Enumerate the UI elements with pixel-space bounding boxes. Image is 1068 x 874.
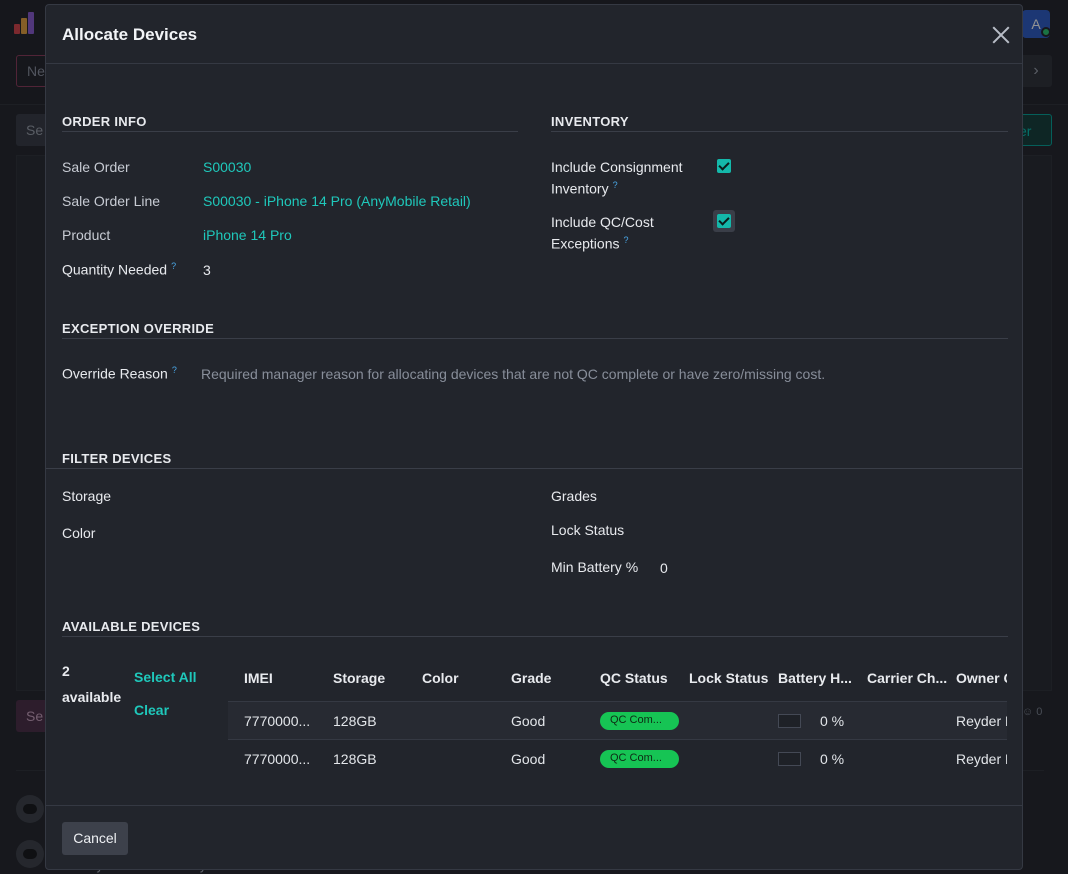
column-header[interactable]: IMEI — [244, 670, 273, 686]
help-icon[interactable]: ? — [172, 365, 177, 375]
qc-exceptions-label-text: Exceptions — [551, 235, 620, 252]
filter-devices-heading: FILTER DEVICES — [62, 451, 172, 466]
owner-cell: Reyder E — [956, 713, 1007, 729]
close-icon[interactable] — [990, 24, 1012, 46]
available-count: 2 — [62, 663, 70, 679]
imei-cell: 7770000... — [244, 713, 311, 729]
consignment-label-line2: Inventory? — [551, 180, 618, 197]
include-consignment-checkbox[interactable] — [717, 159, 731, 173]
column-header[interactable]: Carrier Ch... — [867, 670, 947, 686]
column-header[interactable]: Lock Status — [689, 670, 768, 686]
inventory-heading: INVENTORY — [551, 114, 629, 129]
order-info-heading: ORDER INFO — [62, 114, 147, 129]
available-count-label: available — [62, 689, 122, 705]
select-all-button[interactable]: Select All — [134, 669, 197, 685]
sale-order-line-link[interactable]: S00030 - iPhone 14 Pro (AnyMobile Retail… — [203, 193, 471, 209]
column-header[interactable]: Color — [422, 670, 459, 686]
dialog-header: Allocate Devices — [46, 5, 1022, 64]
grade-cell: Good — [511, 751, 546, 767]
battery-bar-icon — [778, 752, 801, 766]
include-qc-exceptions-checkbox[interactable] — [717, 214, 731, 228]
table-row[interactable]: 7770000... 128GB Good QC Com... 0 % Reyd… — [228, 739, 1007, 774]
column-header[interactable]: Storage — [333, 670, 385, 686]
help-icon[interactable]: ? — [623, 235, 628, 245]
grades-filter-label[interactable]: Grades — [551, 488, 597, 504]
storage-cell: 128GB — [333, 713, 377, 729]
qc-status-badge: QC Com... — [600, 750, 679, 768]
quantity-needed-text: Quantity Needed — [62, 261, 168, 278]
owner-cell: Reyder E — [956, 751, 1007, 767]
column-header[interactable]: Owner C — [956, 670, 1007, 686]
column-header[interactable]: QC Status — [600, 670, 668, 686]
available-devices-table: IMEI Storage Color Grade QC Status Lock … — [228, 663, 1007, 774]
override-reason-label: Override Reason? — [62, 365, 177, 382]
imei-cell: 7770000... — [244, 751, 311, 767]
min-battery-input[interactable]: 0 — [660, 560, 668, 576]
dialog-title: Allocate Devices — [62, 25, 198, 44]
qc-exceptions-label-line2: Exceptions? — [551, 235, 629, 252]
consignment-label-line1: Include Consignment — [551, 159, 683, 175]
sale-order-link[interactable]: S00030 — [203, 159, 251, 175]
storage-cell: 128GB — [333, 751, 377, 767]
sale-order-line-label: Sale Order Line — [62, 193, 161, 209]
grade-cell: Good — [511, 713, 546, 729]
help-icon[interactable]: ? — [171, 261, 176, 271]
help-icon[interactable]: ? — [613, 180, 618, 190]
filter-devices-divider — [46, 468, 1022, 469]
consignment-label-text: Inventory — [551, 180, 609, 197]
product-link[interactable]: iPhone 14 Pro — [203, 227, 292, 243]
color-filter-label[interactable]: Color — [62, 525, 95, 541]
clear-button[interactable]: Clear — [134, 702, 169, 718]
battery-cell: 0 % — [820, 713, 845, 729]
battery-bar-icon — [778, 714, 801, 728]
storage-filter-label[interactable]: Storage — [62, 488, 111, 504]
available-devices-heading: AVAILABLE DEVICES — [62, 619, 201, 634]
allocate-devices-dialog: Allocate Devices ORDER INFO Sale Order S… — [45, 4, 1023, 870]
dialog-footer-divider — [46, 805, 1022, 806]
min-battery-label: Min Battery % — [551, 559, 639, 575]
battery-cell: 0 % — [820, 751, 845, 767]
product-label: Product — [62, 227, 111, 243]
exception-override-divider — [62, 338, 1008, 339]
lock-status-filter-label[interactable]: Lock Status — [551, 522, 624, 538]
inventory-divider — [551, 131, 1008, 132]
exception-override-heading: EXCEPTION OVERRIDE — [62, 321, 215, 336]
qc-exceptions-label-line1: Include QC/Cost — [551, 214, 654, 230]
quantity-needed-value: 3 — [203, 262, 211, 278]
qc-status-badge: QC Com... — [600, 712, 679, 730]
cancel-button[interactable]: Cancel — [62, 822, 128, 855]
column-header[interactable]: Grade — [511, 670, 551, 686]
quantity-needed-label: Quantity Needed? — [62, 261, 176, 278]
sale-order-label: Sale Order — [62, 159, 130, 175]
available-devices-divider — [62, 636, 1008, 637]
override-reason-input[interactable]: Required manager reason for allocating d… — [201, 366, 825, 382]
order-info-divider — [62, 131, 518, 132]
column-header[interactable]: Battery H... — [778, 670, 852, 686]
override-reason-text: Override Reason — [62, 365, 168, 382]
table-row[interactable]: 7770000... 128GB Good QC Com... 0 % Reyd… — [228, 701, 1007, 739]
